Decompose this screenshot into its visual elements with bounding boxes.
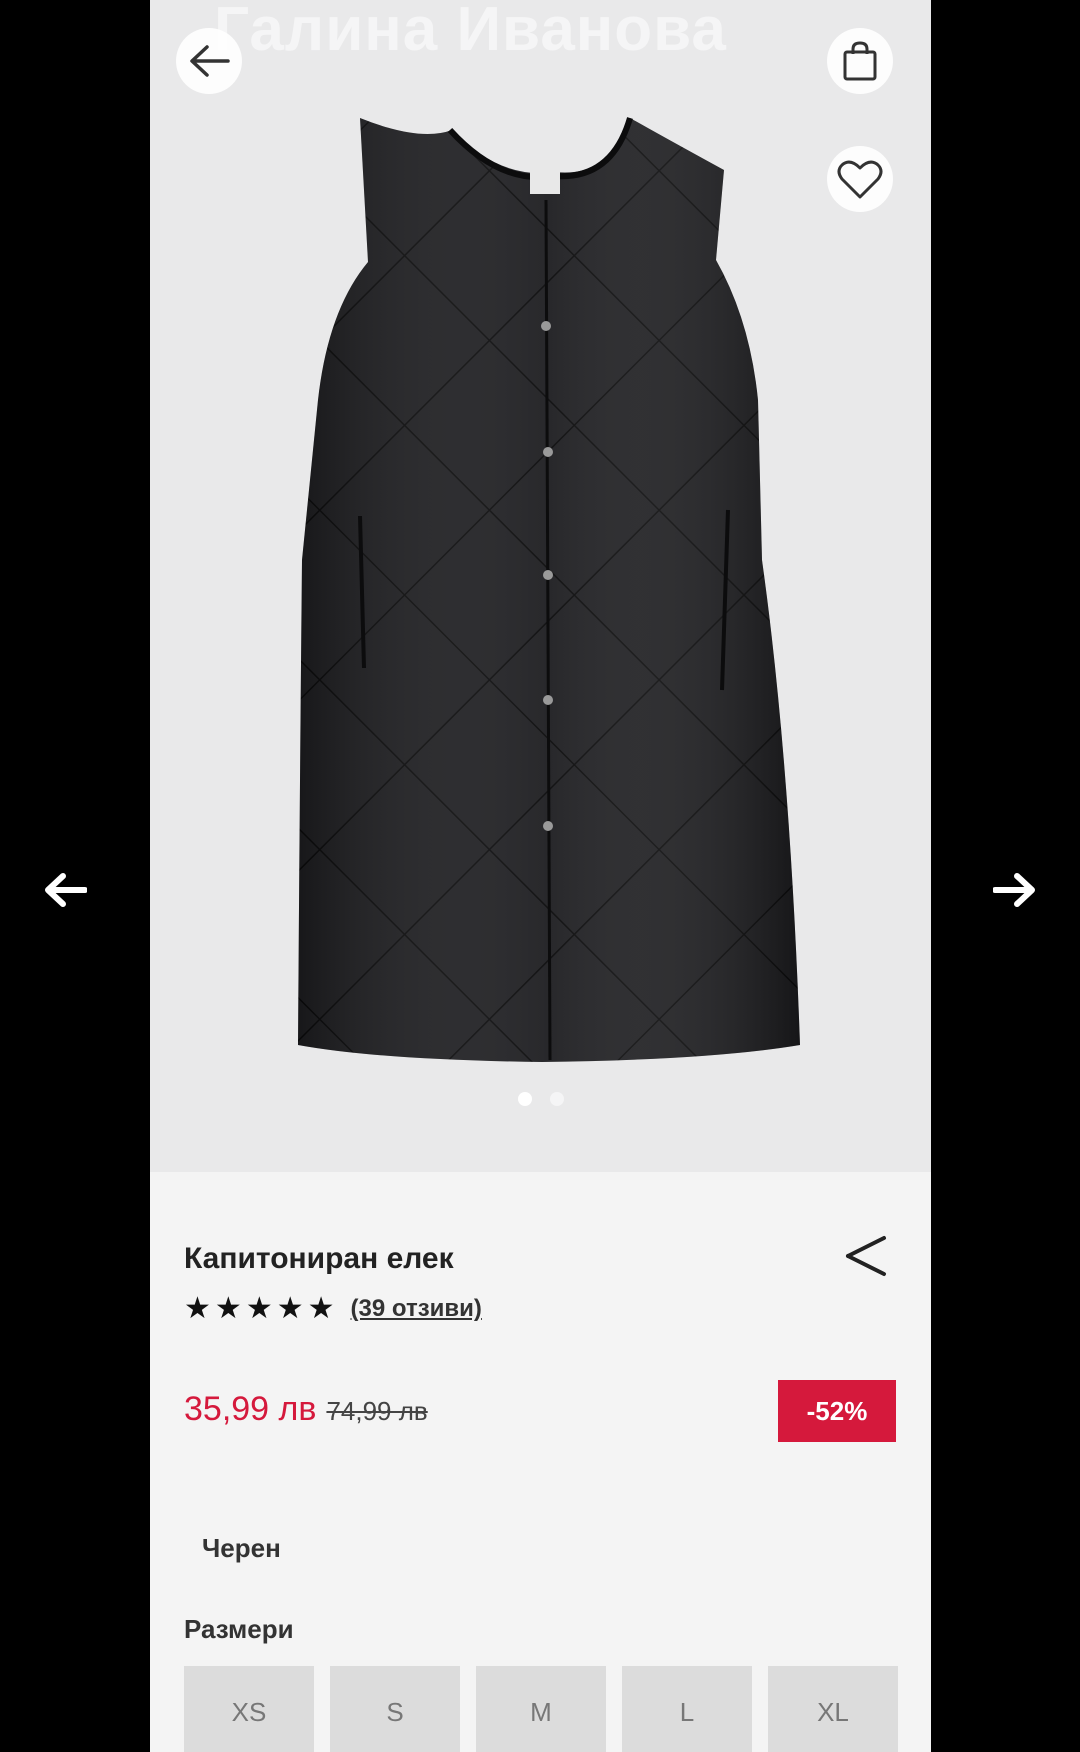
gallery-dot[interactable] (549, 1092, 564, 1106)
star-icon: ★ (276, 1292, 304, 1325)
previous-image-button[interactable] (40, 865, 90, 915)
app-screen: Галина Иванова Капитониран елек ★ ★ ★ ★ … (150, 0, 931, 1752)
size-option-xl[interactable]: XL (768, 1666, 898, 1752)
product-title: Капитониран елек (184, 1242, 454, 1275)
product-image-gallery[interactable]: Галина Иванова (150, 0, 931, 1172)
seller-name-watermark: Галина Иванова (214, 0, 727, 64)
product-info-panel: Капитониран елек ★ ★ ★ ★ ★ (39 отзиви) 3… (150, 1172, 931, 1752)
old-price: 74,99 лв (326, 1396, 428, 1426)
share-button[interactable] (840, 1230, 892, 1282)
size-option-xs[interactable]: XS (184, 1666, 314, 1752)
arrow-left-icon (45, 873, 87, 907)
star-icon: ★ (184, 1292, 211, 1325)
shopping-bag-icon (843, 41, 877, 81)
current-price: 35,99 лв (184, 1390, 317, 1428)
discount-badge: -52% (778, 1380, 896, 1442)
shopping-bag-button[interactable] (827, 28, 893, 94)
star-icon: ★ (307, 1292, 335, 1325)
reviews-link[interactable]: (39 отзиви) (351, 1295, 482, 1323)
product-image (298, 117, 800, 1062)
favorite-button[interactable] (827, 146, 893, 212)
back-button[interactable] (176, 28, 242, 94)
size-selector: XS S M L XL (184, 1666, 898, 1752)
next-image-button[interactable] (990, 865, 1040, 915)
arrow-left-icon (190, 45, 230, 77)
sizes-label: Размери (184, 1614, 294, 1644)
share-icon (846, 1236, 886, 1276)
price-row: 35,99 лв 74,99 лв (184, 1390, 428, 1429)
size-option-m[interactable]: M (476, 1666, 606, 1752)
size-option-s[interactable]: S (330, 1666, 460, 1752)
gallery-pagination (150, 1092, 931, 1106)
product-rating: ★ ★ ★ ★ ★ (39 отзиви) (184, 1294, 482, 1324)
gallery-dot[interactable] (517, 1092, 532, 1106)
star-icon: ★ (245, 1292, 273, 1325)
arrow-right-icon (993, 873, 1035, 907)
heart-icon (837, 160, 883, 199)
star-icon: ★ (214, 1292, 242, 1325)
selected-color: Черен (202, 1533, 281, 1563)
size-option-l[interactable]: L (622, 1666, 752, 1752)
